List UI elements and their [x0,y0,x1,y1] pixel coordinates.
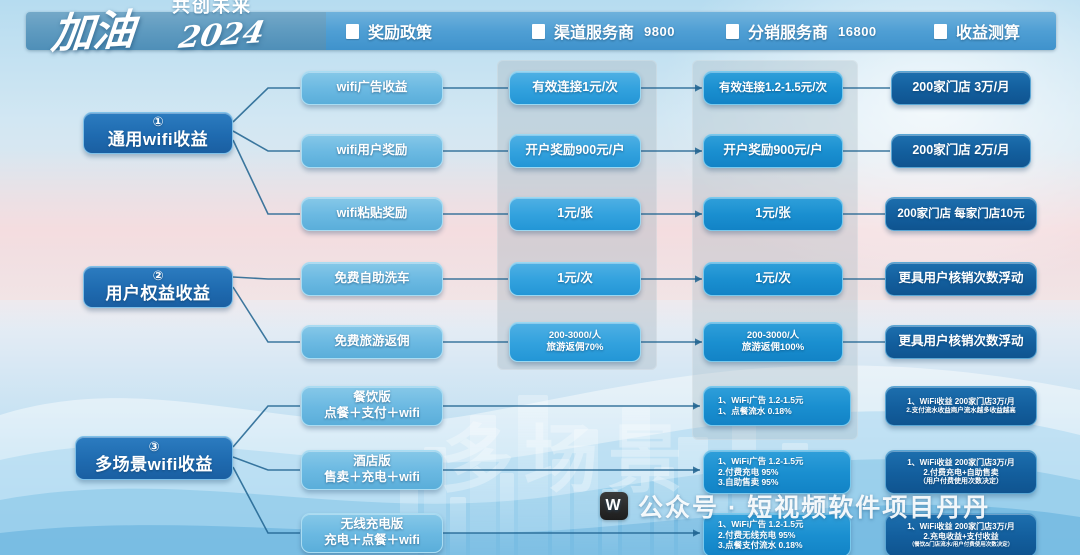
revenue-line: 更具用户核销次数浮动 [898,271,1024,286]
distributor-detail-line: 2.付费无线充电 95% [718,529,796,540]
category-node-general-wifi[interactable]: ① 通用wifi收益 [83,112,233,154]
nav-item-number: 16800 [838,23,877,39]
header-nav: 奖励政策 渠道服务商 9800 分销服务商 16800 收益测算 [326,12,1056,50]
policy-node-free-self-carwash[interactable]: 免费自助洗车 [301,262,443,296]
channel-line: 有效连接1元/次 [532,80,618,95]
revenue-node-2[interactable]: 200家门店 2万/月 [891,134,1031,168]
revenue-detail-line: （餐饮ది门店流水/用户付费使用次数决定） [908,541,1014,548]
distributor-line: 有效连接1.2-1.5元/次 [719,81,827,94]
square-bullet-icon [346,23,359,39]
square-bullet-icon [934,23,947,39]
channel-line: 开户奖励900元/户 [525,143,625,158]
distributor-node-5[interactable]: 200-3000/人 旅游返佣100% [703,322,843,362]
revenue-line: 200家门店 每家门店10元 [897,207,1025,220]
square-bullet-icon [532,23,545,39]
policy-node-wifi-ad-revenue[interactable]: wifi广告收益 [301,71,443,105]
policy-line-1: 餐饮版 [353,390,391,405]
policy-node-hotel-edition[interactable]: 酒店版 售卖＋充电＋wifi [301,450,443,490]
revenue-node-1[interactable]: 200家门店 3万/月 [891,71,1031,105]
revenue-line: 200家门店 2万/月 [912,143,1010,158]
policy-line-1: 酒店版 [353,454,391,469]
policy-line-2: 充电＋点餐＋wifi [324,533,420,547]
category-index: ① [152,114,164,130]
distributor-detail-line: 1、WiFi广告 1.2-1.5元 [718,456,804,467]
distributor-line: 1元/次 [755,271,791,286]
distributor-node-3[interactable]: 1元/张 [703,197,843,231]
revenue-detail-node-1[interactable]: 1、WiFi收益 200家门店3万/月 2.支付流水收益商户流水越多收益越高 [885,386,1037,426]
distributor-detail-line: 3.自助售卖 95% [718,477,779,488]
watermark-text: 公众号 · 短视频软件项目丹丹 [638,494,991,522]
policy-line-2: 点餐＋支付＋wifi [324,406,420,420]
nav-item-label: 分销服务商 [748,25,829,42]
revenue-detail-line: 2.支付流水收益商户流水越多收益越高 [906,406,1016,414]
category-node-multi-scene-wifi[interactable]: ③ 多场景wifi收益 [75,436,233,480]
policy-line-2: 售卖＋充电＋wifi [324,470,420,484]
channel-line: 1元/张 [557,206,593,221]
channel-node-1[interactable]: 有效连接1元/次 [509,71,641,105]
policy-node-catering-edition[interactable]: 餐饮版 点餐＋支付＋wifi [301,386,443,426]
nav-item-distribution-provider[interactable]: 分销服务商 16800 [726,19,877,43]
distributor-detail-line: 2.付费充电 95% [718,466,779,477]
revenue-detail-line: 2.付费充电+自助售卖 [923,467,999,477]
square-bullet-icon [726,23,739,39]
distributor-node-1[interactable]: 有效连接1.2-1.5元/次 [703,71,843,105]
policy-line-1: wifi粘贴奖励 [336,206,408,221]
distributor-node-4[interactable]: 1元/次 [703,262,843,296]
revenue-detail-line: 1、WiFi收益 200家门店3万/月 [907,396,1015,406]
policy-line-1: 免费自助洗车 [334,271,410,286]
channel-line: 200-3000/人 [548,330,602,342]
nav-item-label: 奖励政策 [368,25,433,42]
revenue-line: 200家门店 3万/月 [912,80,1010,95]
revenue-detail-line: 2.充电收益+支付收益 [923,531,999,541]
policy-line-1: 无线充电版 [340,517,404,532]
revenue-node-3[interactable]: 200家门店 每家门店10元 [885,197,1037,231]
policy-line-1: 免费旅游返佣 [334,334,410,349]
policy-node-wifi-user-reward[interactable]: wifi用户奖励 [301,134,443,168]
channel-node-5[interactable]: 200-3000/人 旅游返佣70% [509,322,641,362]
nav-item-label: 渠道服务商 [554,25,635,42]
distributor-detail-line: 1、点餐流水 0.18% [718,406,792,416]
policy-node-wireless-charging-edition[interactable]: 无线充电版 充电＋点餐＋wifi [301,513,443,553]
category-index: ③ [148,439,160,455]
nav-item-reward-policy[interactable]: 奖励政策 [346,19,442,43]
distributor-line: 1元/张 [755,206,791,221]
distributor-line: 开户奖励900元/户 [723,143,823,158]
distributor-detail-line: 1、WiFi广告 1.2-1.5元 [718,395,804,406]
policy-line-1: wifi广告收益 [336,80,408,95]
channel-node-3[interactable]: 1元/张 [509,197,641,231]
distributor-column-panel [692,60,858,440]
revenue-line: 更具用户核销次数浮动 [898,334,1024,349]
distributor-line: 旅游返佣100% [741,342,805,353]
channel-line: 1元/次 [557,271,593,286]
infographic-canvas: 多场景 奖励政策 渠道服务商 9800 分销服务商 16800 收益测算 共创未… [0,0,1080,555]
revenue-detail-line: 1、WiFi收益 200家门店3万/月 [907,457,1015,467]
distributor-detail-node-1[interactable]: 1、WiFi广告 1.2-1.5元 1、点餐流水 0.18% [703,386,851,426]
nav-item-number: 9800 [644,23,675,39]
revenue-detail-line: （用户付费使用次数决定） [919,477,1003,485]
policy-node-free-travel-rebate[interactable]: 免费旅游返佣 [301,325,443,359]
category-node-user-benefit[interactable]: ② 用户权益收益 [83,266,233,308]
policy-node-wifi-sticker-reward[interactable]: wifi粘贴奖励 [301,197,443,231]
wechat-badge-icon: W [600,492,628,520]
channel-watermark: W 公众号 · 短视频软件项目丹丹 [600,488,990,524]
revenue-node-4[interactable]: 更具用户核销次数浮动 [885,262,1037,296]
nav-item-label: 收益测算 [956,25,1021,42]
nav-item-channel-provider[interactable]: 渠道服务商 9800 [532,19,675,43]
channel-node-2[interactable]: 开户奖励900元/户 [509,134,641,168]
distributor-node-2[interactable]: 开户奖励900元/户 [703,134,843,168]
nav-item-revenue-estimate[interactable]: 收益测算 [934,19,1030,43]
category-label: 用户权益收益 [105,284,211,304]
header-bar: 奖励政策 渠道服务商 9800 分销服务商 16800 收益测算 [26,12,1056,50]
distributor-line: 200-3000/人 [746,330,800,342]
policy-line-1: wifi用户奖励 [336,143,408,158]
category-label: 多场景wifi收益 [95,455,213,475]
channel-line: 旅游返佣70% [546,342,604,353]
category-label: 通用wifi收益 [107,130,209,150]
channel-node-4[interactable]: 1元/次 [509,262,641,296]
category-index: ② [152,268,164,284]
distributor-detail-line: 3.点餐支付流水 0.18% [718,540,803,551]
revenue-node-5[interactable]: 更具用户核销次数浮动 [885,325,1037,359]
